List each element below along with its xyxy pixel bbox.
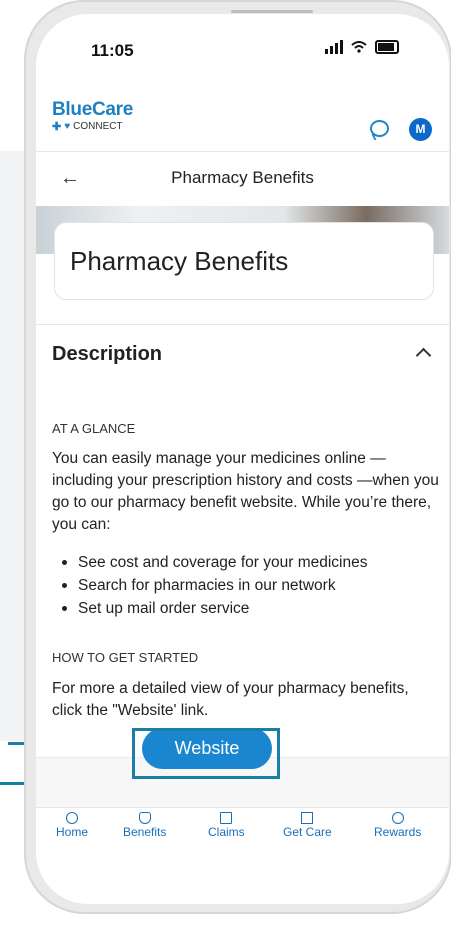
tab-label: Home bbox=[56, 825, 89, 839]
chat-icon[interactable] bbox=[370, 120, 389, 137]
tab-label: Get Care bbox=[283, 825, 332, 839]
tab-bar: Home Benefits Claims Get Care Rewards bbox=[36, 807, 449, 868]
list-item: Set up mail order service bbox=[52, 597, 368, 620]
tab-home[interactable]: Home bbox=[56, 812, 88, 839]
home-icon bbox=[66, 812, 78, 824]
status-time: 11:05 bbox=[91, 41, 134, 60]
divider bbox=[36, 324, 449, 325]
card-title: Pharmacy Benefits bbox=[70, 246, 289, 276]
bluecare-logo[interactable]: BlueCare ✚ ♥ CONNECT bbox=[52, 99, 133, 133]
battery-icon bbox=[375, 40, 399, 54]
tab-claims[interactable]: Claims bbox=[208, 812, 245, 839]
status-icons bbox=[325, 40, 399, 54]
chevron-up-icon[interactable] bbox=[415, 347, 432, 364]
tab-benefits[interactable]: Benefits bbox=[123, 812, 166, 839]
at-a-glance-text: You can easily manage your medicines onl… bbox=[52, 450, 439, 533]
status-bar: 11:05 bbox=[36, 14, 449, 74]
app-header: BlueCare ✚ ♥ CONNECT M bbox=[36, 99, 449, 152]
benefits-icon bbox=[138, 812, 151, 824]
claims-icon bbox=[220, 812, 233, 824]
logo-sub-text: CONNECT bbox=[73, 121, 123, 132]
logo-title: BlueCare bbox=[52, 99, 134, 120]
at-a-glance-label: AT A GLANCE bbox=[52, 421, 136, 436]
how-to-start-label: HOW TO GET STARTED bbox=[52, 650, 199, 665]
description-heading[interactable]: Description bbox=[52, 343, 162, 366]
wifi-icon bbox=[351, 41, 367, 53]
list-item: See cost and coverage for your medicines bbox=[52, 551, 368, 574]
title-card: Pharmacy Benefits bbox=[54, 222, 434, 300]
page-nav: ← Pharmacy Benefits bbox=[36, 152, 449, 207]
logo-subtitle: ✚ ♥ CONNECT bbox=[52, 120, 133, 133]
tab-label: Benefits bbox=[123, 825, 167, 839]
how-to-start-text: For more a detailed view of your pharmac… bbox=[52, 680, 409, 719]
tab-rewards[interactable]: Rewards bbox=[374, 812, 421, 839]
list-item: Search for pharmacies in our network bbox=[52, 574, 368, 597]
tab-label: Rewards bbox=[374, 825, 422, 839]
page-title: Pharmacy Benefits bbox=[171, 168, 314, 187]
tab-get-care[interactable]: Get Care bbox=[283, 812, 332, 839]
feature-list: See cost and coverage for your medicines… bbox=[52, 551, 368, 620]
signal-icon bbox=[325, 40, 343, 54]
phone-speaker bbox=[231, 10, 313, 13]
tab-label: Claims bbox=[208, 825, 245, 839]
cross-icon: ✚ bbox=[52, 121, 62, 133]
highlight-box bbox=[132, 728, 280, 779]
avatar[interactable]: M bbox=[409, 118, 432, 141]
rewards-icon bbox=[391, 812, 404, 824]
shield-icon: ♥ bbox=[64, 121, 71, 132]
get-care-icon bbox=[301, 812, 314, 824]
